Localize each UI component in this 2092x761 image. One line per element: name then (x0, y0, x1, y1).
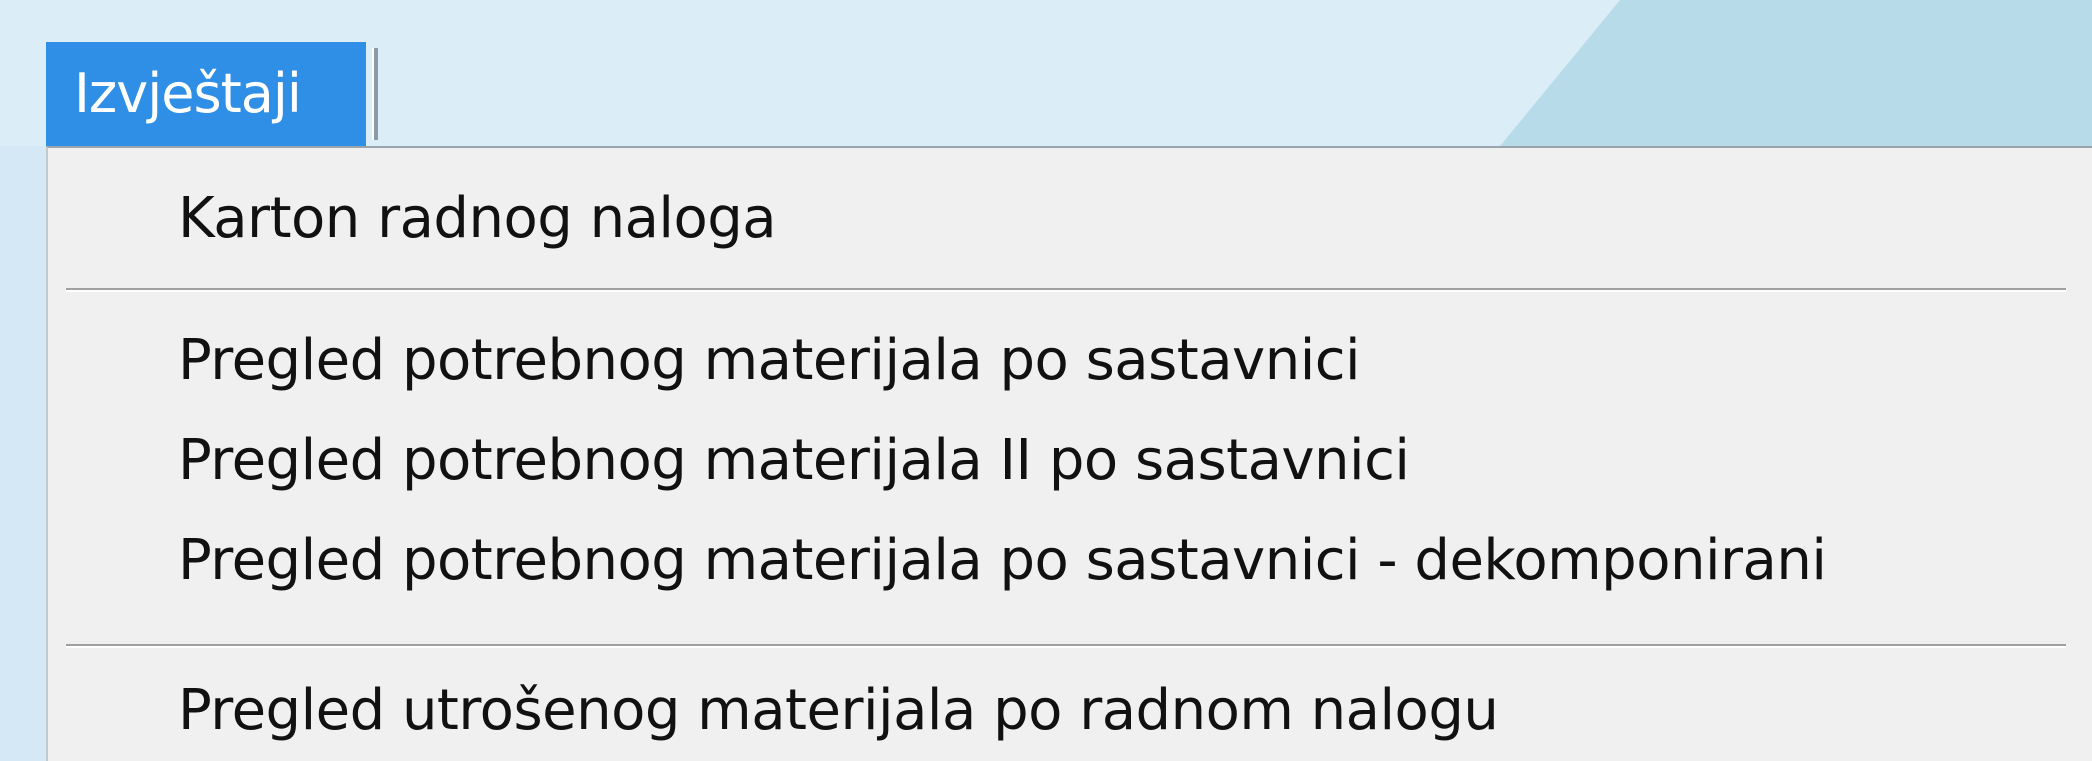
window-left-edge (0, 146, 46, 761)
dropdown-menu: Karton radnog naloga Pregled potrebnog m… (46, 146, 2092, 761)
menu-bar-separator (372, 48, 378, 140)
menu-item-karton-radnog-naloga[interactable]: Karton radnog naloga (178, 186, 777, 251)
menu-bar: Izvještaji (0, 0, 2092, 148)
menu-separator (66, 644, 2066, 648)
menu-izvjestaji[interactable]: Izvještaji (46, 42, 366, 146)
menu-item-pregled-potrebnog-materijala[interactable]: Pregled potrebnog materijala po sastavni… (178, 328, 1361, 393)
menu-separator (66, 288, 2066, 292)
menu-item-pregled-potrebnog-materijala-dekomponirani[interactable]: Pregled potrebnog materijala po sastavni… (178, 528, 1827, 593)
menu-item-pregled-utrosenog-materijala[interactable]: Pregled utrošenog materijala po radnom n… (178, 678, 1499, 743)
menu-item-pregled-potrebnog-materijala-ii[interactable]: Pregled potrebnog materijala II po sasta… (178, 428, 1410, 493)
